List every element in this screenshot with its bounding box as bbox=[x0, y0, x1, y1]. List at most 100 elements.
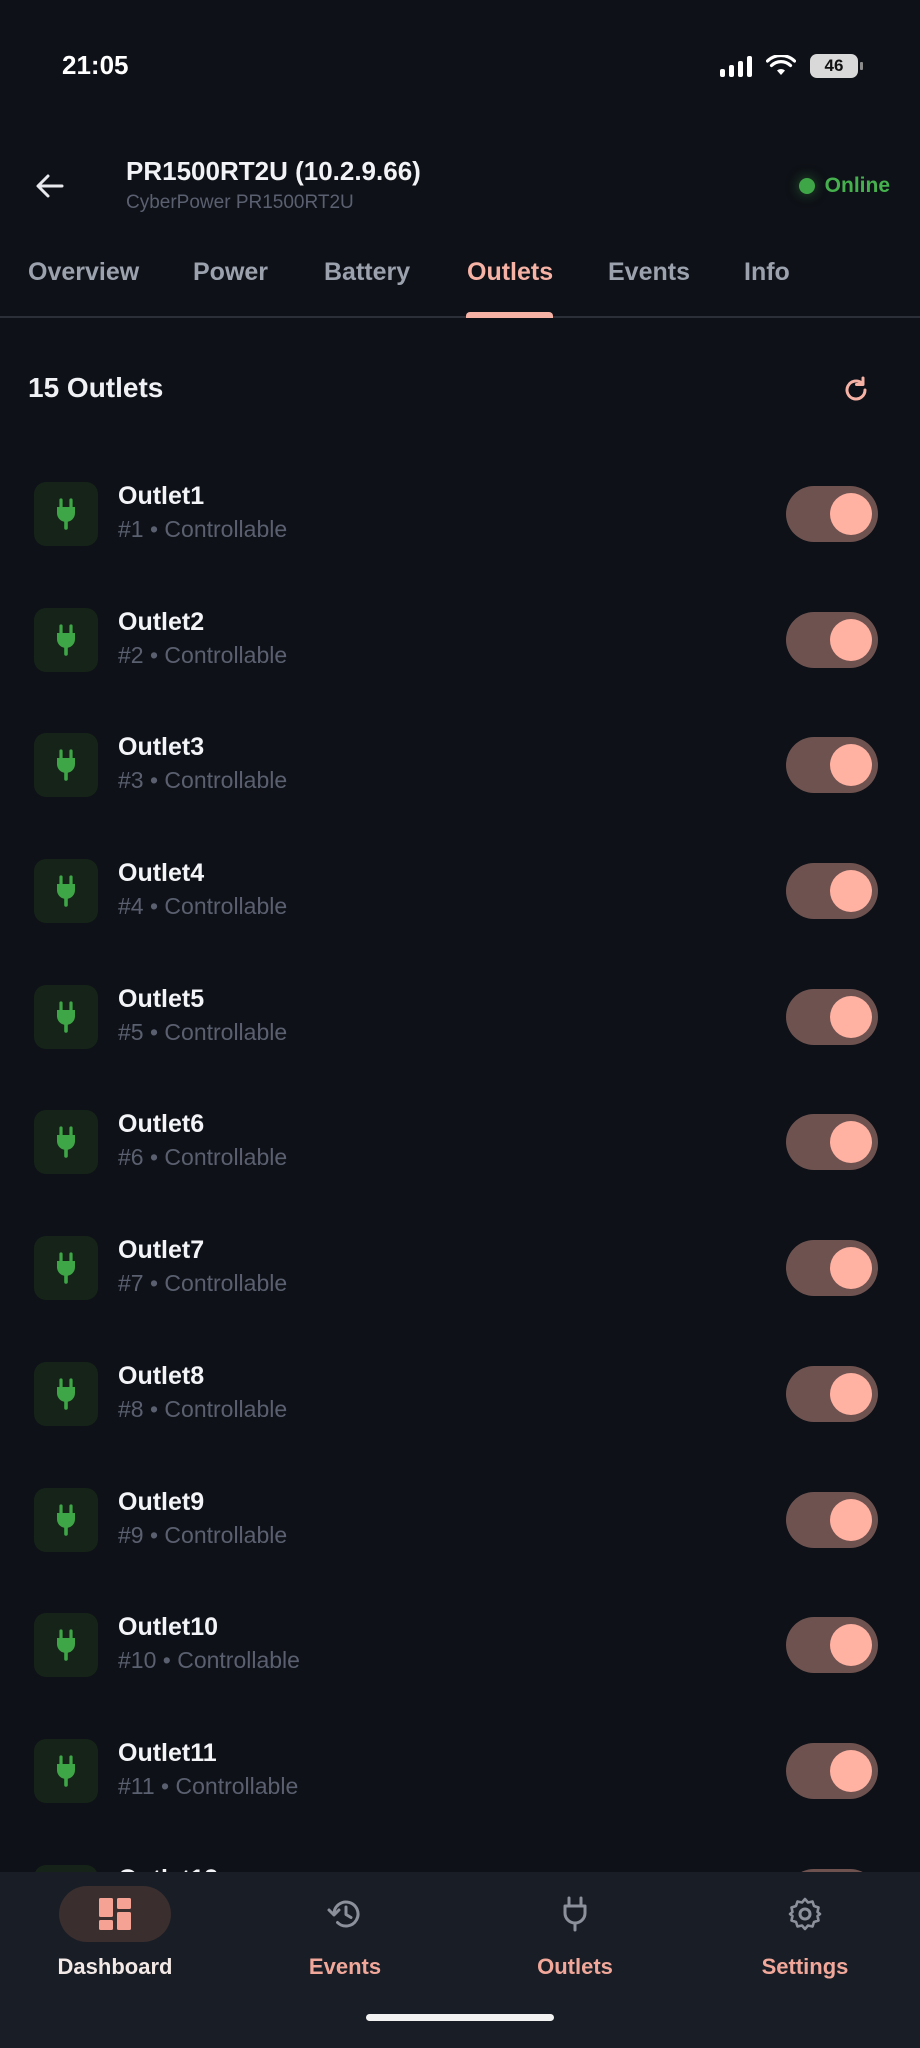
outlet-toggle[interactable] bbox=[786, 988, 878, 1045]
outlet-row: Outlet9 #9 • Controllable bbox=[0, 1468, 920, 1594]
refresh-button[interactable] bbox=[832, 366, 880, 414]
outlet-meta: #7 • Controllable bbox=[118, 1270, 288, 1297]
tab-power[interactable]: Power bbox=[193, 258, 268, 287]
outlet-icon-box bbox=[34, 482, 98, 546]
tab-bar: Overview Power Battery Outlets Events In… bbox=[0, 248, 920, 318]
outlet-toggle[interactable] bbox=[786, 611, 878, 668]
nav-events-pill bbox=[289, 1886, 401, 1942]
outlet-list: Outlet1 #1 • Controllable Outlet2 #2 • Cont… bbox=[0, 462, 920, 1872]
outlet-row: Outlet8 #8 • Controllable bbox=[0, 1342, 920, 1468]
nav-dashboard-label: Dashboard bbox=[57, 1954, 173, 1979]
nav-settings-label: Settings bbox=[761, 1954, 849, 1979]
home-indicator bbox=[366, 2014, 554, 2021]
outlet-toggle[interactable] bbox=[786, 1742, 878, 1799]
nav-events[interactable]: Events bbox=[230, 1886, 460, 1980]
outlet-toggle[interactable] bbox=[786, 1114, 878, 1171]
outlet-toggle[interactable] bbox=[786, 863, 878, 920]
outlet-meta: #6 • Controllable bbox=[118, 1144, 288, 1171]
history-icon bbox=[327, 1900, 360, 1928]
app-header: PR1500RT2U (10.2.9.66) CyberPower PR1500… bbox=[0, 140, 920, 240]
outlet-icon-box bbox=[34, 984, 98, 1049]
status-bar: 21:05 46 bbox=[0, 0, 920, 140]
outlet-meta: #5 • Controllable bbox=[118, 1018, 288, 1045]
outlet-row: Outlet5 #5 • Controllable bbox=[0, 965, 920, 1091]
toggle-knob bbox=[830, 995, 872, 1038]
plug-icon bbox=[57, 1001, 75, 1033]
toggle-knob bbox=[830, 1624, 872, 1667]
outlet-row: Outlet2 #2 • Controllable bbox=[0, 588, 920, 714]
cellular-signal-icon bbox=[720, 55, 752, 77]
outlet-meta: #9 • Controllable bbox=[118, 1521, 288, 1548]
plug-icon bbox=[57, 1503, 75, 1536]
outlet-name: Outlet10 bbox=[118, 1613, 219, 1642]
outlet-toggle[interactable] bbox=[786, 1491, 878, 1548]
outlet-name: Outlet12 bbox=[118, 1865, 218, 1872]
plug-icon bbox=[57, 498, 75, 530]
outlet-icon-box bbox=[34, 1738, 98, 1803]
outlet-name: Outlet4 bbox=[118, 859, 205, 888]
nav-dashboard-pill bbox=[59, 1886, 171, 1942]
bottom-nav: Dashboard Events Outlets Settings bbox=[0, 1872, 920, 2048]
tab-events[interactable]: Events bbox=[608, 258, 690, 287]
outlet-icon-box bbox=[34, 859, 98, 924]
plug-icon bbox=[57, 1126, 75, 1159]
dashboard-icon bbox=[99, 1898, 131, 1930]
plug-icon bbox=[563, 1896, 587, 1932]
outlet-name: Outlet11 bbox=[118, 1738, 217, 1767]
toggle-knob bbox=[830, 1498, 872, 1541]
plug-icon bbox=[57, 624, 75, 656]
page-subtitle: CyberPower PR1500RT2U bbox=[126, 192, 354, 213]
outlet-meta: #10 • Controllable bbox=[118, 1647, 300, 1674]
outlet-meta: #11 • Controllable bbox=[118, 1772, 299, 1799]
plug-icon bbox=[57, 875, 75, 907]
nav-dashboard[interactable]: Dashboard bbox=[0, 1886, 230, 1980]
outlet-icon-box bbox=[34, 1110, 98, 1175]
battery-icon: 46 bbox=[810, 54, 863, 78]
refresh-icon bbox=[845, 376, 867, 401]
toggle-knob bbox=[830, 493, 872, 535]
outlet-name: Outlet1 bbox=[118, 482, 205, 510]
gear-icon bbox=[788, 1897, 822, 1931]
plug-icon bbox=[57, 1629, 75, 1661]
nav-settings[interactable]: Settings bbox=[690, 1886, 920, 1980]
outlet-row: Outlet4 #4 • Controllable bbox=[0, 839, 920, 965]
outlet-meta: #8 • Controllable bbox=[118, 1395, 288, 1422]
outlet-name: Outlet7 bbox=[118, 1236, 205, 1265]
outlet-icon-box bbox=[34, 1236, 98, 1301]
outlet-toggle[interactable] bbox=[786, 1240, 878, 1297]
outlet-row: Outlet3 #3 • Controllable bbox=[0, 713, 920, 839]
plug-icon bbox=[57, 1378, 75, 1410]
toggle-knob bbox=[830, 1247, 872, 1290]
outlet-name: Outlet8 bbox=[118, 1361, 205, 1390]
outlet-meta: #3 • Controllable bbox=[118, 767, 288, 794]
tab-overview[interactable]: Overview bbox=[28, 258, 139, 287]
outlet-name: Outlet6 bbox=[118, 1110, 205, 1139]
status-icons: 46 bbox=[720, 54, 863, 78]
nav-events-label: Events bbox=[308, 1954, 382, 1979]
nav-outlets[interactable]: Outlets bbox=[460, 1886, 690, 1980]
page-title: PR1500RT2U (10.2.9.66) bbox=[126, 156, 421, 186]
nav-outlets-pill bbox=[519, 1886, 631, 1942]
outlet-icon-box bbox=[34, 1361, 98, 1426]
outlet-row: Outlet12 bbox=[0, 1845, 920, 1872]
outlet-toggle[interactable] bbox=[786, 737, 878, 794]
outlet-icon-box bbox=[34, 1613, 98, 1678]
plug-icon bbox=[57, 1755, 75, 1787]
outlet-toggle[interactable] bbox=[786, 1365, 878, 1422]
outlet-icon-box bbox=[34, 1487, 98, 1552]
toggle-knob bbox=[830, 618, 872, 661]
toggle-knob bbox=[830, 744, 872, 787]
outlet-name: Outlet3 bbox=[118, 733, 205, 762]
outlet-row: Outlet1 #1 • Controllable bbox=[0, 462, 920, 588]
back-button[interactable] bbox=[26, 162, 74, 210]
plug-icon bbox=[57, 749, 75, 782]
outlet-toggle[interactable] bbox=[786, 486, 878, 542]
tab-info[interactable]: Info bbox=[744, 258, 790, 287]
outlet-toggle[interactable] bbox=[786, 1617, 878, 1674]
tab-battery[interactable]: Battery bbox=[324, 258, 410, 287]
outlet-icon-box bbox=[34, 1864, 98, 1872]
status-badge: Online bbox=[798, 174, 890, 198]
tab-outlets[interactable]: Outlets bbox=[467, 258, 553, 287]
outlet-row: Outlet10 #10 • Controllable bbox=[0, 1593, 920, 1719]
active-tab-indicator bbox=[466, 312, 553, 318]
